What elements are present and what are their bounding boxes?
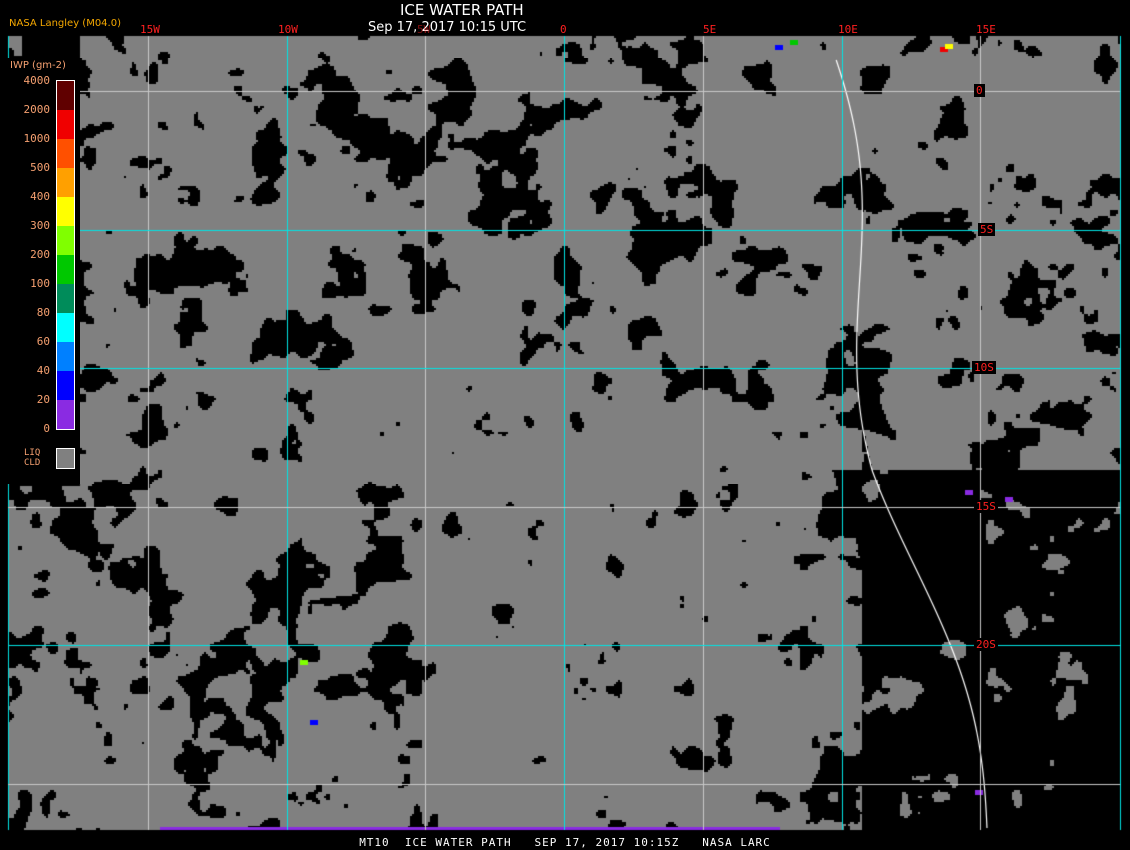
legend-swatch [57,371,74,400]
legend-swatch [57,81,74,110]
org-label: NASA Langley (M04.0) [9,18,121,29]
legend-level-label: 1000 [23,132,51,145]
lat-label-20s: 20S [974,638,998,651]
footer-caption: MT10 ICE WATER PATH SEP 17, 2017 10:15Z … [359,836,771,849]
legend-swatch [57,197,74,226]
legend-level-label: 60 [36,335,50,348]
datetime-label: Sep 17, 2017 10:15 UTC [368,20,527,35]
legend-colorbar [56,80,75,430]
lat-label-15s: 15S [974,500,998,513]
lat-label-0: 0 [974,84,985,97]
liq-label: LIQ [24,448,41,458]
legend-swatch [57,284,74,313]
legend-swatch [57,226,74,255]
legend-swatch [57,400,74,429]
legend-swatch [57,255,74,284]
legend-level-label: 2000 [23,103,51,116]
legend-level-label: 0 [43,422,50,435]
color-legend: IWP (gm-2) 4000 2000 1000 500 400 300 200 100 80… [8,58,80,484]
lat-label-5s: 5S [978,223,996,236]
legend-swatch [57,168,74,197]
legend-level-label: 200 [30,248,50,261]
legend-swatch [57,342,74,371]
cld-label: CLD [24,458,41,468]
legend-level-label: 400 [30,190,50,203]
lon-label-0: 0 [560,23,567,36]
legend-level-label: 4000 [23,74,51,87]
lon-label-15e: 15E [976,23,996,36]
lat-label-10s: 10S [972,361,996,374]
legend-swatch [57,110,74,139]
satellite-map [0,0,1130,850]
lon-label-5w: 5W [417,23,431,36]
legend-level-label: 20 [36,393,50,406]
lon-label-10w: 10W [278,23,298,36]
legend-level-label: 40 [36,364,50,377]
legend-level-label: 100 [30,277,50,290]
lon-label-15w: 15W [140,23,160,36]
legend-liq-label: LIQ CLD [24,448,40,468]
legend-level-label: 80 [36,306,50,319]
legend-swatch [57,313,74,342]
product-title: ICE WATER PATH [400,1,524,19]
legend-swatch [57,139,74,168]
legend-unit: IWP (gm-2) [10,60,66,71]
legend-level-label: 500 [30,161,50,174]
legend-level-label: 300 [30,219,50,232]
lon-label-5e: 5E [703,23,717,36]
legend-liquid-cloud-swatch [56,448,75,469]
lon-label-10e: 10E [838,23,858,36]
